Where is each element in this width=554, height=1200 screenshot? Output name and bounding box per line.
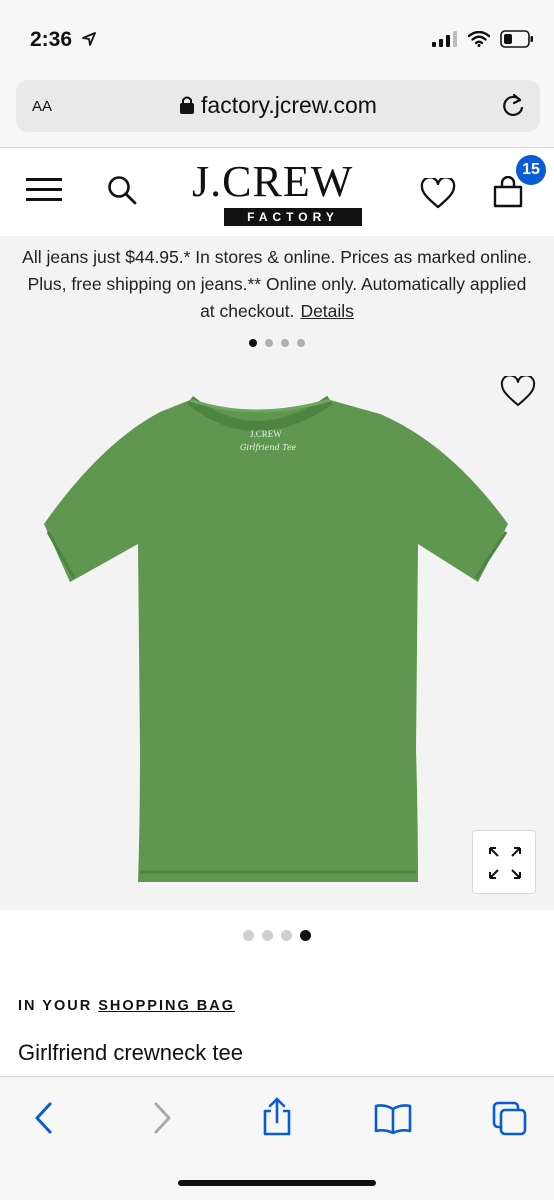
reload-icon[interactable] (500, 92, 526, 125)
in-bag-prefix: IN YOUR (18, 998, 99, 1014)
wifi-icon (467, 30, 491, 52)
promo-details-link[interactable]: Details (300, 301, 354, 321)
expand-image-button[interactable] (472, 830, 536, 894)
bag-count-badge[interactable]: 15 (516, 155, 546, 185)
shopping-bag-link[interactable]: SHOPPING BAG (98, 998, 235, 1014)
tabs-icon[interactable] (492, 1101, 528, 1142)
url-display[interactable]: factory.jcrew.com (16, 92, 540, 121)
carousel-dot[interactable] (243, 930, 254, 941)
location-arrow-icon (81, 28, 96, 52)
promo-message: All jeans just $44.95.* In stores & onli… (22, 247, 532, 321)
status-time: 2:36 (30, 28, 96, 52)
bookmarks-icon[interactable] (374, 1103, 412, 1140)
jcrew-factory-logo[interactable]: J.CREW FACTORY (192, 158, 364, 230)
heart-icon[interactable] (420, 176, 456, 215)
home-indicator (178, 1180, 376, 1186)
promo-pagination (0, 339, 554, 347)
tee-label: J.CREW (250, 429, 282, 439)
search-icon[interactable] (106, 174, 138, 211)
battery-icon (500, 30, 534, 53)
promo-dot[interactable] (281, 339, 289, 347)
logo-subtitle: FACTORY (224, 208, 362, 226)
forward-icon[interactable] (150, 1101, 174, 1140)
image-carousel-pagination (0, 930, 554, 941)
promo-dot[interactable] (265, 339, 273, 347)
url-text: factory.jcrew.com (201, 92, 377, 118)
tee-script: Girlfriend Tee (240, 443, 297, 452)
product-title: Girlfriend crewneck tee (18, 1040, 243, 1065)
back-icon[interactable] (32, 1101, 56, 1140)
signal-icon (432, 31, 458, 52)
promo-dot[interactable] (249, 339, 257, 347)
status-icons (432, 30, 534, 53)
bag-icon[interactable] (492, 175, 524, 213)
promo-banner: All jeans just $44.95.* In stores & onli… (0, 236, 554, 356)
time-text: 2:36 (30, 28, 73, 51)
wishlist-heart-icon[interactable] (500, 374, 536, 413)
carousel-dot[interactable] (262, 930, 273, 941)
product-image[interactable]: J.CREW Girlfriend Tee (40, 382, 510, 887)
share-icon[interactable] (260, 1097, 294, 1142)
logo-text: J.CREW (192, 157, 354, 206)
lock-icon (179, 94, 195, 121)
carousel-dot[interactable] (300, 930, 311, 941)
menu-icon[interactable] (26, 178, 62, 204)
promo-dot[interactable] (297, 339, 305, 347)
promo-text: All jeans just $44.95.* In stores & onli… (20, 244, 534, 325)
address-bar[interactable]: AA factory.jcrew.com (16, 80, 540, 132)
browser-address-area: AA factory.jcrew.com (0, 78, 554, 148)
site-header: J.CREW FACTORY 15 (0, 148, 554, 236)
carousel-dot[interactable] (281, 930, 292, 941)
product-image-area: J.CREW Girlfriend Tee (0, 356, 554, 910)
in-bag-notice: IN YOUR SHOPPING BAG (18, 998, 235, 1014)
status-bar: 2:36 (0, 0, 554, 78)
